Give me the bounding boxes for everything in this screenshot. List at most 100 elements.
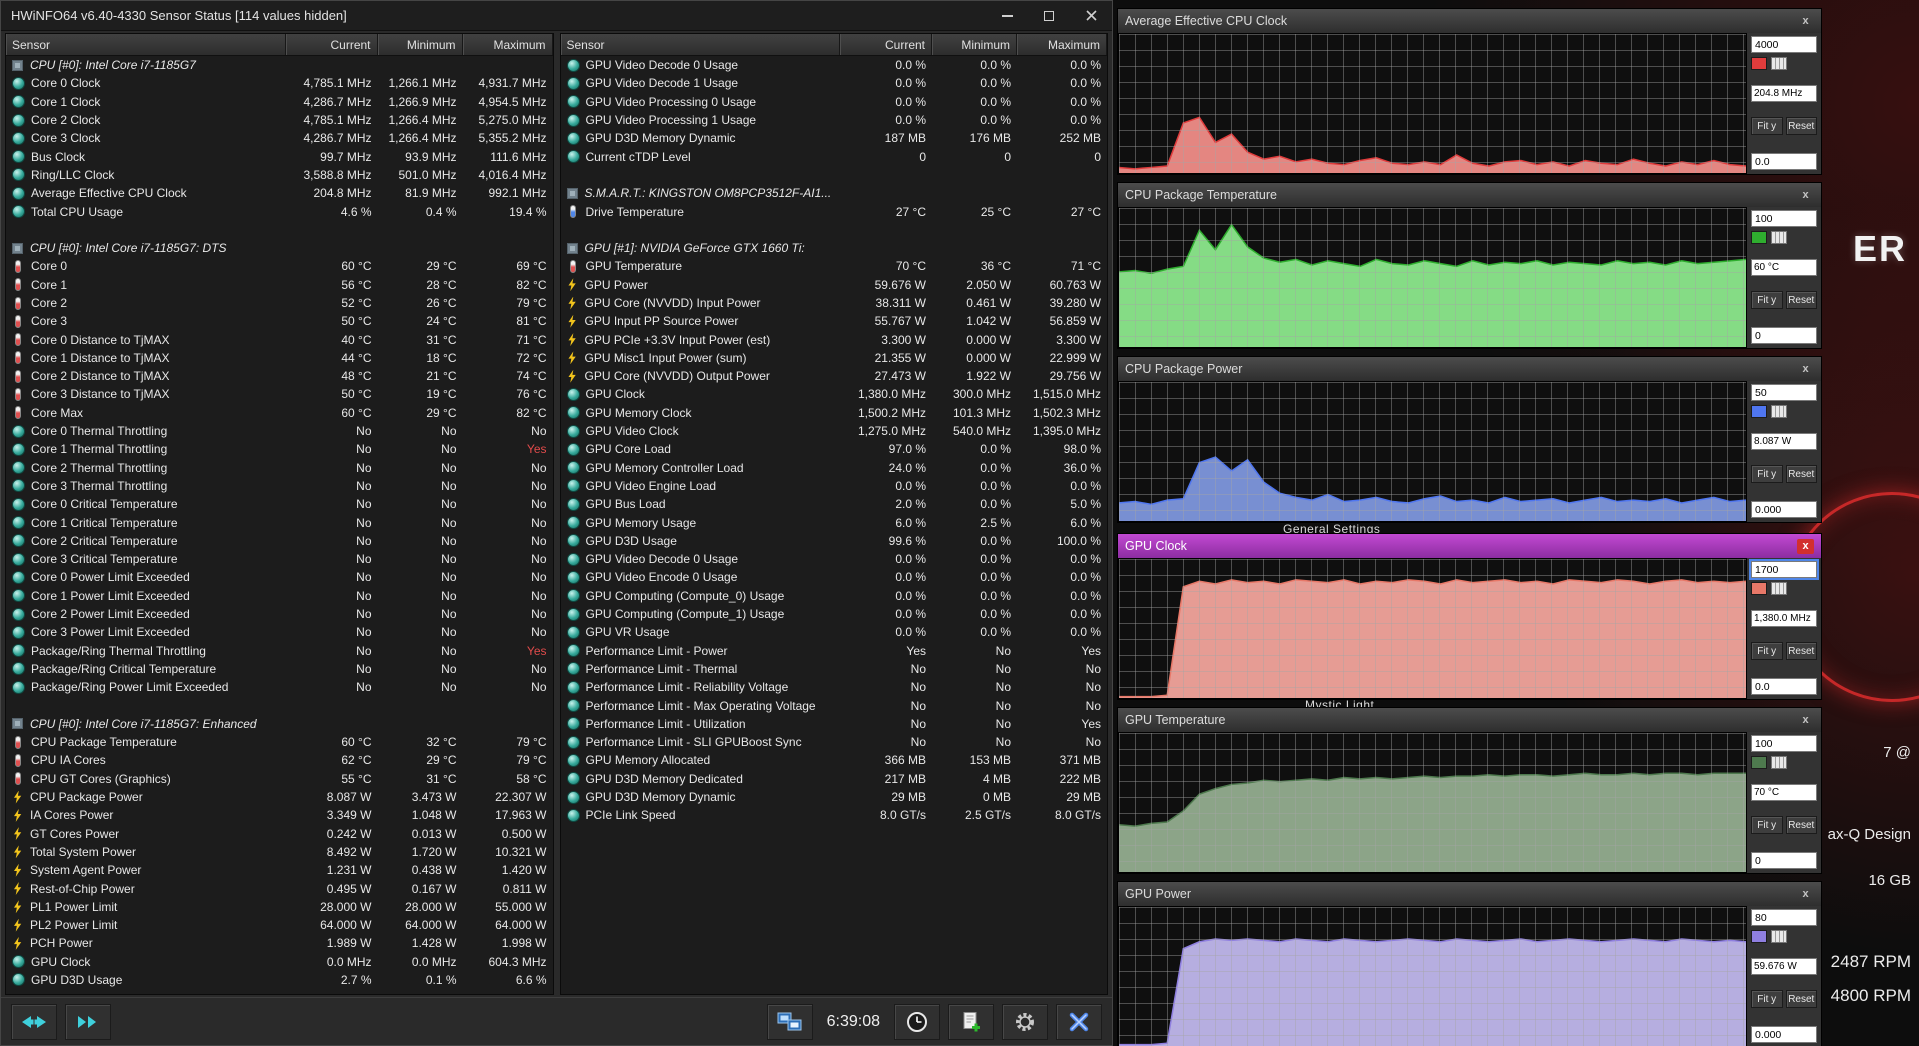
sensor-row[interactable]: GPU Computing (Compute_0) Usage0.0 %0.0 … — [561, 587, 1108, 605]
sensor-row[interactable]: GPU Misc1 Input Power (sum)21.355 W0.000… — [561, 349, 1108, 367]
sensor-row[interactable]: CPU GT Cores (Graphics)55 °C31 °C58 °C — [6, 770, 553, 788]
sensor-row[interactable]: Performance Limit - UtilizationNoNoYes — [561, 715, 1108, 733]
sensor-row[interactable]: GPU Core (NVVDD) Output Power27.473 W1.9… — [561, 367, 1108, 385]
sensor-row[interactable]: GPU Video Decode 1 Usage0.0 %0.0 %0.0 % — [561, 74, 1108, 92]
settings-button[interactable] — [1002, 1004, 1048, 1040]
sensor-row[interactable]: Core 3 Critical TemperatureNoNoNo — [6, 550, 553, 568]
sensor-row[interactable]: GPU Video Decode 0 Usage0.0 %0.0 %0.0 % — [561, 550, 1108, 568]
sensor-row[interactable]: Drive Temperature27 °C25 °C27 °C — [561, 202, 1108, 220]
fit-y-button[interactable]: Fit y — [1751, 990, 1783, 1008]
graph-close-icon[interactable]: x — [1797, 539, 1814, 554]
graph-titlebar[interactable]: CPU Package Temperaturex — [1118, 183, 1821, 207]
reset-button[interactable]: Reset — [1786, 465, 1818, 483]
sensor-row[interactable]: PL2 Power Limit64.000 W64.000 W64.000 W — [6, 916, 553, 934]
graph-close-icon[interactable]: x — [1797, 713, 1814, 728]
sensor-row[interactable]: GPU Video Decode 0 Usage0.0 %0.0 %0.0 % — [561, 56, 1108, 74]
sensor-row[interactable]: Core 1 Distance to TjMAX44 °C18 °C72 °C — [6, 349, 553, 367]
graph-titlebar[interactable]: CPU Package Powerx — [1118, 357, 1821, 381]
sensor-row[interactable]: GPU Video Clock1,275.0 MHz540.0 MHz1,395… — [561, 422, 1108, 440]
sensor-row[interactable]: Rest-of-Chip Power0.495 W0.167 W0.811 W — [6, 879, 553, 897]
header-sensor[interactable]: Sensor — [6, 34, 286, 55]
fit-y-button[interactable]: Fit y — [1751, 642, 1783, 660]
sensor-row[interactable]: GPU D3D Memory Dynamic29 MB0 MB29 MB — [561, 788, 1108, 806]
minimize-button[interactable] — [986, 1, 1028, 30]
sensor-row[interactable]: GPU Video Processing 1 Usage0.0 %0.0 %0.… — [561, 111, 1108, 129]
sensor-row[interactable]: Core 156 °C28 °C82 °C — [6, 276, 553, 294]
sensor-row[interactable]: GPU Memory Allocated366 MB153 MB371 MB — [561, 751, 1108, 769]
sensor-row[interactable]: GPU Power59.676 W2.050 W60.763 W — [561, 276, 1108, 294]
graph-close-icon[interactable]: x — [1797, 887, 1814, 902]
sensor-row[interactable]: System Agent Power1.231 W0.438 W1.420 W — [6, 861, 553, 879]
sensor-row[interactable]: PCIe Link Speed8.0 GT/s2.5 GT/s8.0 GT/s — [561, 806, 1108, 824]
graph-scale-min-input[interactable] — [1751, 501, 1817, 518]
grid-toggle-button[interactable] — [1771, 405, 1787, 418]
graph-close-icon[interactable]: x — [1797, 362, 1814, 377]
maximize-button[interactable] — [1028, 1, 1070, 30]
section-header-row[interactable]: CPU [#0]: Intel Core i7-1185G7: DTS — [6, 239, 553, 257]
reset-button[interactable]: Reset — [1786, 816, 1818, 834]
reset-button[interactable]: Reset — [1786, 642, 1818, 660]
sensor-row[interactable]: PCH Power1.989 W1.428 W1.998 W — [6, 934, 553, 952]
header-maximum[interactable]: Maximum — [463, 34, 553, 55]
graph-scale-min-input[interactable] — [1751, 678, 1817, 695]
sensor-row[interactable]: Core 0 Distance to TjMAX40 °C31 °C71 °C — [6, 330, 553, 348]
sensor-row[interactable]: GPU Memory Controller Load24.0 %0.0 %36.… — [561, 459, 1108, 477]
sensor-row[interactable]: Total System Power8.492 W1.720 W10.321 W — [6, 843, 553, 861]
section-header-row[interactable]: CPU [#0]: Intel Core i7-1185G7 — [6, 56, 553, 74]
grid-toggle-button[interactable] — [1771, 57, 1787, 70]
sensor-row[interactable]: Core 060 °C29 °C69 °C — [6, 257, 553, 275]
section-header-row[interactable]: S.M.A.R.T.: KINGSTON OM8PCP3512F-AI1... — [561, 184, 1108, 202]
sensor-row[interactable]: GPU D3D Memory Dedicated217 MB4 MB222 MB — [561, 770, 1108, 788]
clock-button[interactable] — [894, 1004, 940, 1040]
fit-y-button[interactable]: Fit y — [1751, 291, 1783, 309]
sensor-row[interactable]: GPU Core (NVVDD) Input Power38.311 W0.46… — [561, 294, 1108, 312]
sensor-row[interactable]: GPU Video Processing 0 Usage0.0 %0.0 %0.… — [561, 93, 1108, 111]
reorder-columns-button[interactable] — [65, 1004, 111, 1040]
grid-toggle-button[interactable] — [1771, 756, 1787, 769]
series-color-button[interactable] — [1751, 756, 1767, 769]
sensor-row[interactable]: Core 2 Clock4,785.1 MHz1,266.4 MHz5,275.… — [6, 111, 553, 129]
right-column-headers[interactable]: SensorCurrentMinimumMaximum — [561, 34, 1108, 56]
graph-scale-min-input[interactable] — [1751, 852, 1817, 869]
sensor-row[interactable]: Package/Ring Critical TemperatureNoNoNo — [6, 660, 553, 678]
sensor-row[interactable]: Bus Clock99.7 MHz93.9 MHz111.6 MHz — [6, 147, 553, 165]
sensor-row[interactable]: Performance Limit - ThermalNoNoNo — [561, 660, 1108, 678]
fit-y-button[interactable]: Fit y — [1751, 117, 1783, 135]
sensor-row[interactable]: Core 350 °C24 °C81 °C — [6, 312, 553, 330]
sensor-row[interactable]: GPU Clock1,380.0 MHz300.0 MHz1,515.0 MHz — [561, 385, 1108, 403]
sensor-row[interactable]: Core 1 Power Limit ExceededNoNoNo — [6, 587, 553, 605]
sensor-row[interactable]: Performance Limit - PowerYesNoYes — [561, 642, 1108, 660]
graph-scale-max-input[interactable] — [1751, 735, 1817, 752]
sensor-row[interactable]: Performance Limit - Reliability VoltageN… — [561, 678, 1108, 696]
sensor-row[interactable]: Core 1 Thermal ThrottlingNoNoYes — [6, 440, 553, 458]
sensor-row[interactable]: Core 252 °C26 °C79 °C — [6, 294, 553, 312]
sensor-row[interactable]: Core 0 Power Limit ExceededNoNoNo — [6, 568, 553, 586]
exit-button[interactable] — [1056, 1004, 1102, 1040]
sensor-row[interactable]: GPU Video Encode 0 Usage0.0 %0.0 %0.0 % — [561, 568, 1108, 586]
graph-titlebar[interactable]: Average Effective CPU Clockx — [1118, 9, 1821, 33]
header-minimum[interactable]: Minimum — [378, 34, 463, 55]
sensor-row[interactable]: GPU D3D Usage2.7 %0.1 %6.6 % — [6, 971, 553, 989]
header-maximum[interactable]: Maximum — [1017, 34, 1107, 55]
header-sensor[interactable]: Sensor — [561, 34, 841, 55]
sensor-row[interactable]: Package/Ring Thermal ThrottlingNoNoYes — [6, 642, 553, 660]
graph-scale-max-input[interactable] — [1751, 36, 1817, 53]
fit-y-button[interactable]: Fit y — [1751, 465, 1783, 483]
left-column-headers[interactable]: SensorCurrentMinimumMaximum — [6, 34, 553, 56]
sensor-row[interactable]: Performance Limit - Max Operating Voltag… — [561, 696, 1108, 714]
graph-scale-max-input[interactable] — [1751, 561, 1817, 578]
sensor-row[interactable]: Package/Ring Power Limit ExceededNoNoNo — [6, 678, 553, 696]
sensor-row[interactable]: GPU Video Engine Load0.0 %0.0 %0.0 % — [561, 477, 1108, 495]
header-current[interactable]: Current — [840, 34, 932, 55]
sensor-row[interactable]: Core 0 Critical TemperatureNoNoNo — [6, 495, 553, 513]
header-current[interactable]: Current — [286, 34, 378, 55]
sensor-row[interactable]: Average Effective CPU Clock204.8 MHz81.9… — [6, 184, 553, 202]
sensor-row[interactable]: CPU Package Temperature60 °C32 °C79 °C — [6, 733, 553, 751]
sensor-row[interactable]: Core 1 Critical TemperatureNoNoNo — [6, 513, 553, 531]
series-color-button[interactable] — [1751, 582, 1767, 595]
sensor-row[interactable]: GPU D3D Memory Dynamic187 MB176 MB252 MB — [561, 129, 1108, 147]
sensor-row[interactable]: Core Max60 °C29 °C82 °C — [6, 404, 553, 422]
sensor-row[interactable]: Current cTDP Level000 — [561, 147, 1108, 165]
series-color-button[interactable] — [1751, 930, 1767, 943]
grid-toggle-button[interactable] — [1771, 582, 1787, 595]
